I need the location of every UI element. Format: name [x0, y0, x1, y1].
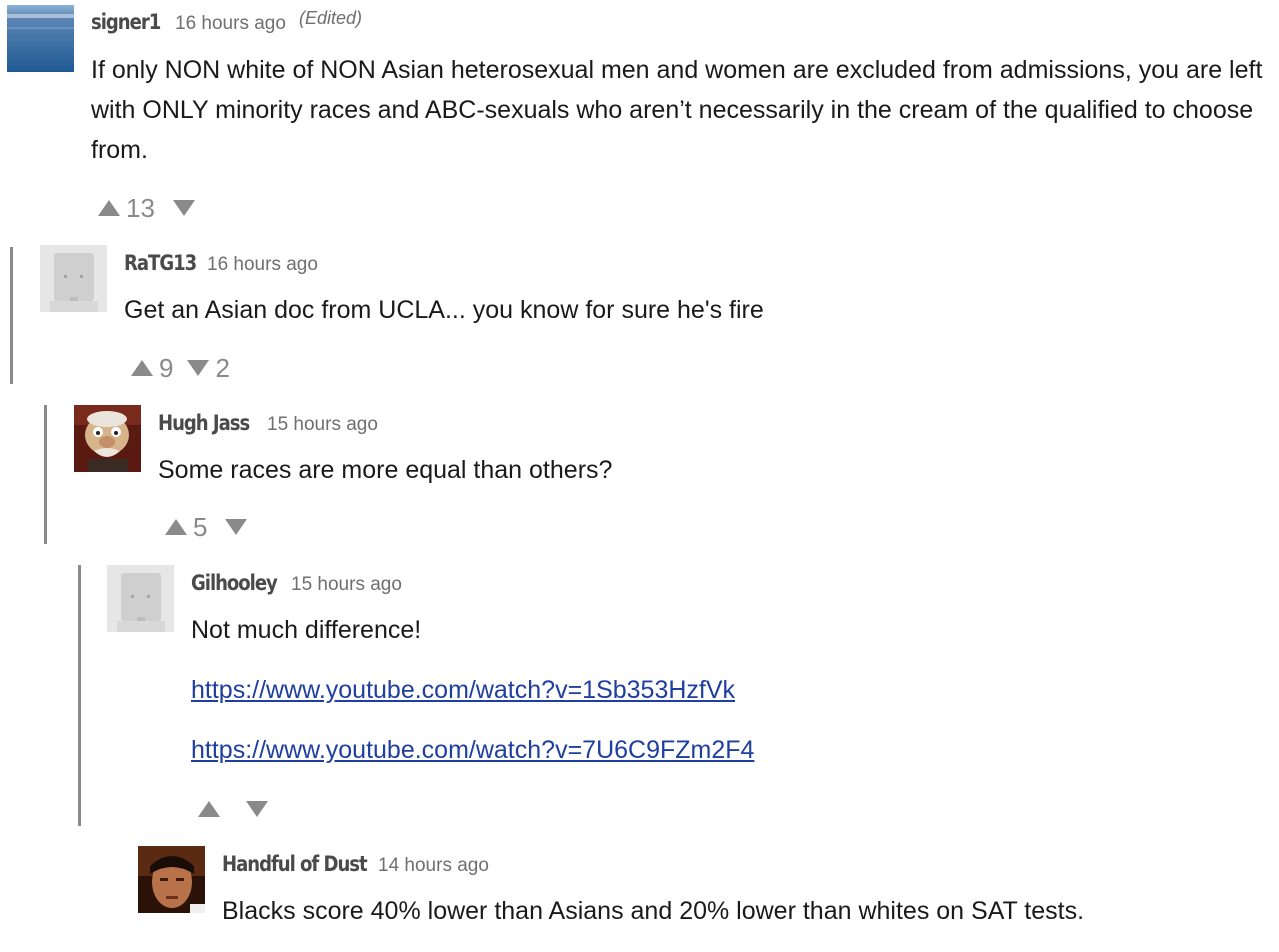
comment-author[interactable]: Hugh Jass — [158, 411, 250, 435]
vote-controls: 13 — [98, 193, 195, 223]
downvote-icon[interactable] — [172, 200, 195, 216]
vote-controls: 5 — [165, 511, 248, 542]
upvote-icon[interactable] — [165, 519, 187, 535]
comment-author[interactable]: signer1 — [91, 10, 161, 34]
thread-line-level-1 — [10, 247, 13, 384]
avatar[interactable] — [40, 245, 107, 312]
comment-timestamp[interactable]: 16 hours ago — [175, 13, 286, 35]
comment-timestamp[interactable]: 16 hours ago — [207, 254, 318, 276]
avatar-water-image — [7, 5, 74, 72]
comment-author[interactable]: Gilhooley — [191, 571, 278, 595]
upvote-count: 5 — [193, 511, 208, 542]
comment-timestamp[interactable]: 15 hours ago — [291, 574, 402, 596]
thread-line-level-3 — [78, 565, 81, 826]
comment-timestamp[interactable]: 15 hours ago — [267, 414, 378, 436]
avatar[interactable] — [107, 565, 174, 632]
avatar-puppet-image — [74, 405, 141, 472]
upvote-icon[interactable] — [198, 801, 220, 817]
default-avatar-icon — [40, 245, 107, 312]
comment-body: Blacks score 40% lower than Asians and 2… — [222, 897, 1085, 925]
downvote-icon[interactable] — [187, 360, 210, 376]
comment-author[interactable]: RaTG13 — [124, 251, 197, 275]
default-avatar-icon — [107, 565, 174, 632]
thread-line-level-2 — [44, 405, 47, 544]
comment-link-1[interactable]: https://www.youtube.com/watch?v=1Sb353Hz… — [191, 676, 735, 705]
avatar-portrait-image — [138, 846, 205, 913]
vote-controls: 9 2 — [131, 353, 234, 383]
upvote-count: 9 — [159, 352, 174, 383]
upvote-count: 13 — [126, 192, 155, 223]
avatar[interactable] — [74, 405, 141, 472]
upvote-icon[interactable] — [98, 200, 120, 216]
avatar[interactable] — [138, 846, 205, 913]
comment-body: Some races are more equal than others? — [158, 456, 613, 484]
downvote-icon[interactable] — [225, 519, 248, 535]
vote-controls — [198, 794, 268, 824]
upvote-icon[interactable] — [131, 360, 153, 376]
comment-timestamp[interactable]: 14 hours ago — [378, 855, 489, 877]
downvote-icon[interactable] — [246, 801, 268, 817]
edited-label: (Edited) — [299, 8, 363, 28]
comment-link-2[interactable]: https://www.youtube.com/watch?v=7U6C9FZm… — [191, 736, 754, 765]
comment-author[interactable]: Handful of Dust — [222, 852, 368, 876]
comment-body: If only NON white of NON Asian heterosex… — [91, 56, 1263, 164]
comment-body: Not much difference! — [191, 616, 422, 644]
comment-body: Get an Asian doc from UCLA... you know f… — [124, 296, 764, 324]
downvote-count: 2 — [215, 352, 230, 383]
avatar[interactable] — [7, 5, 74, 72]
